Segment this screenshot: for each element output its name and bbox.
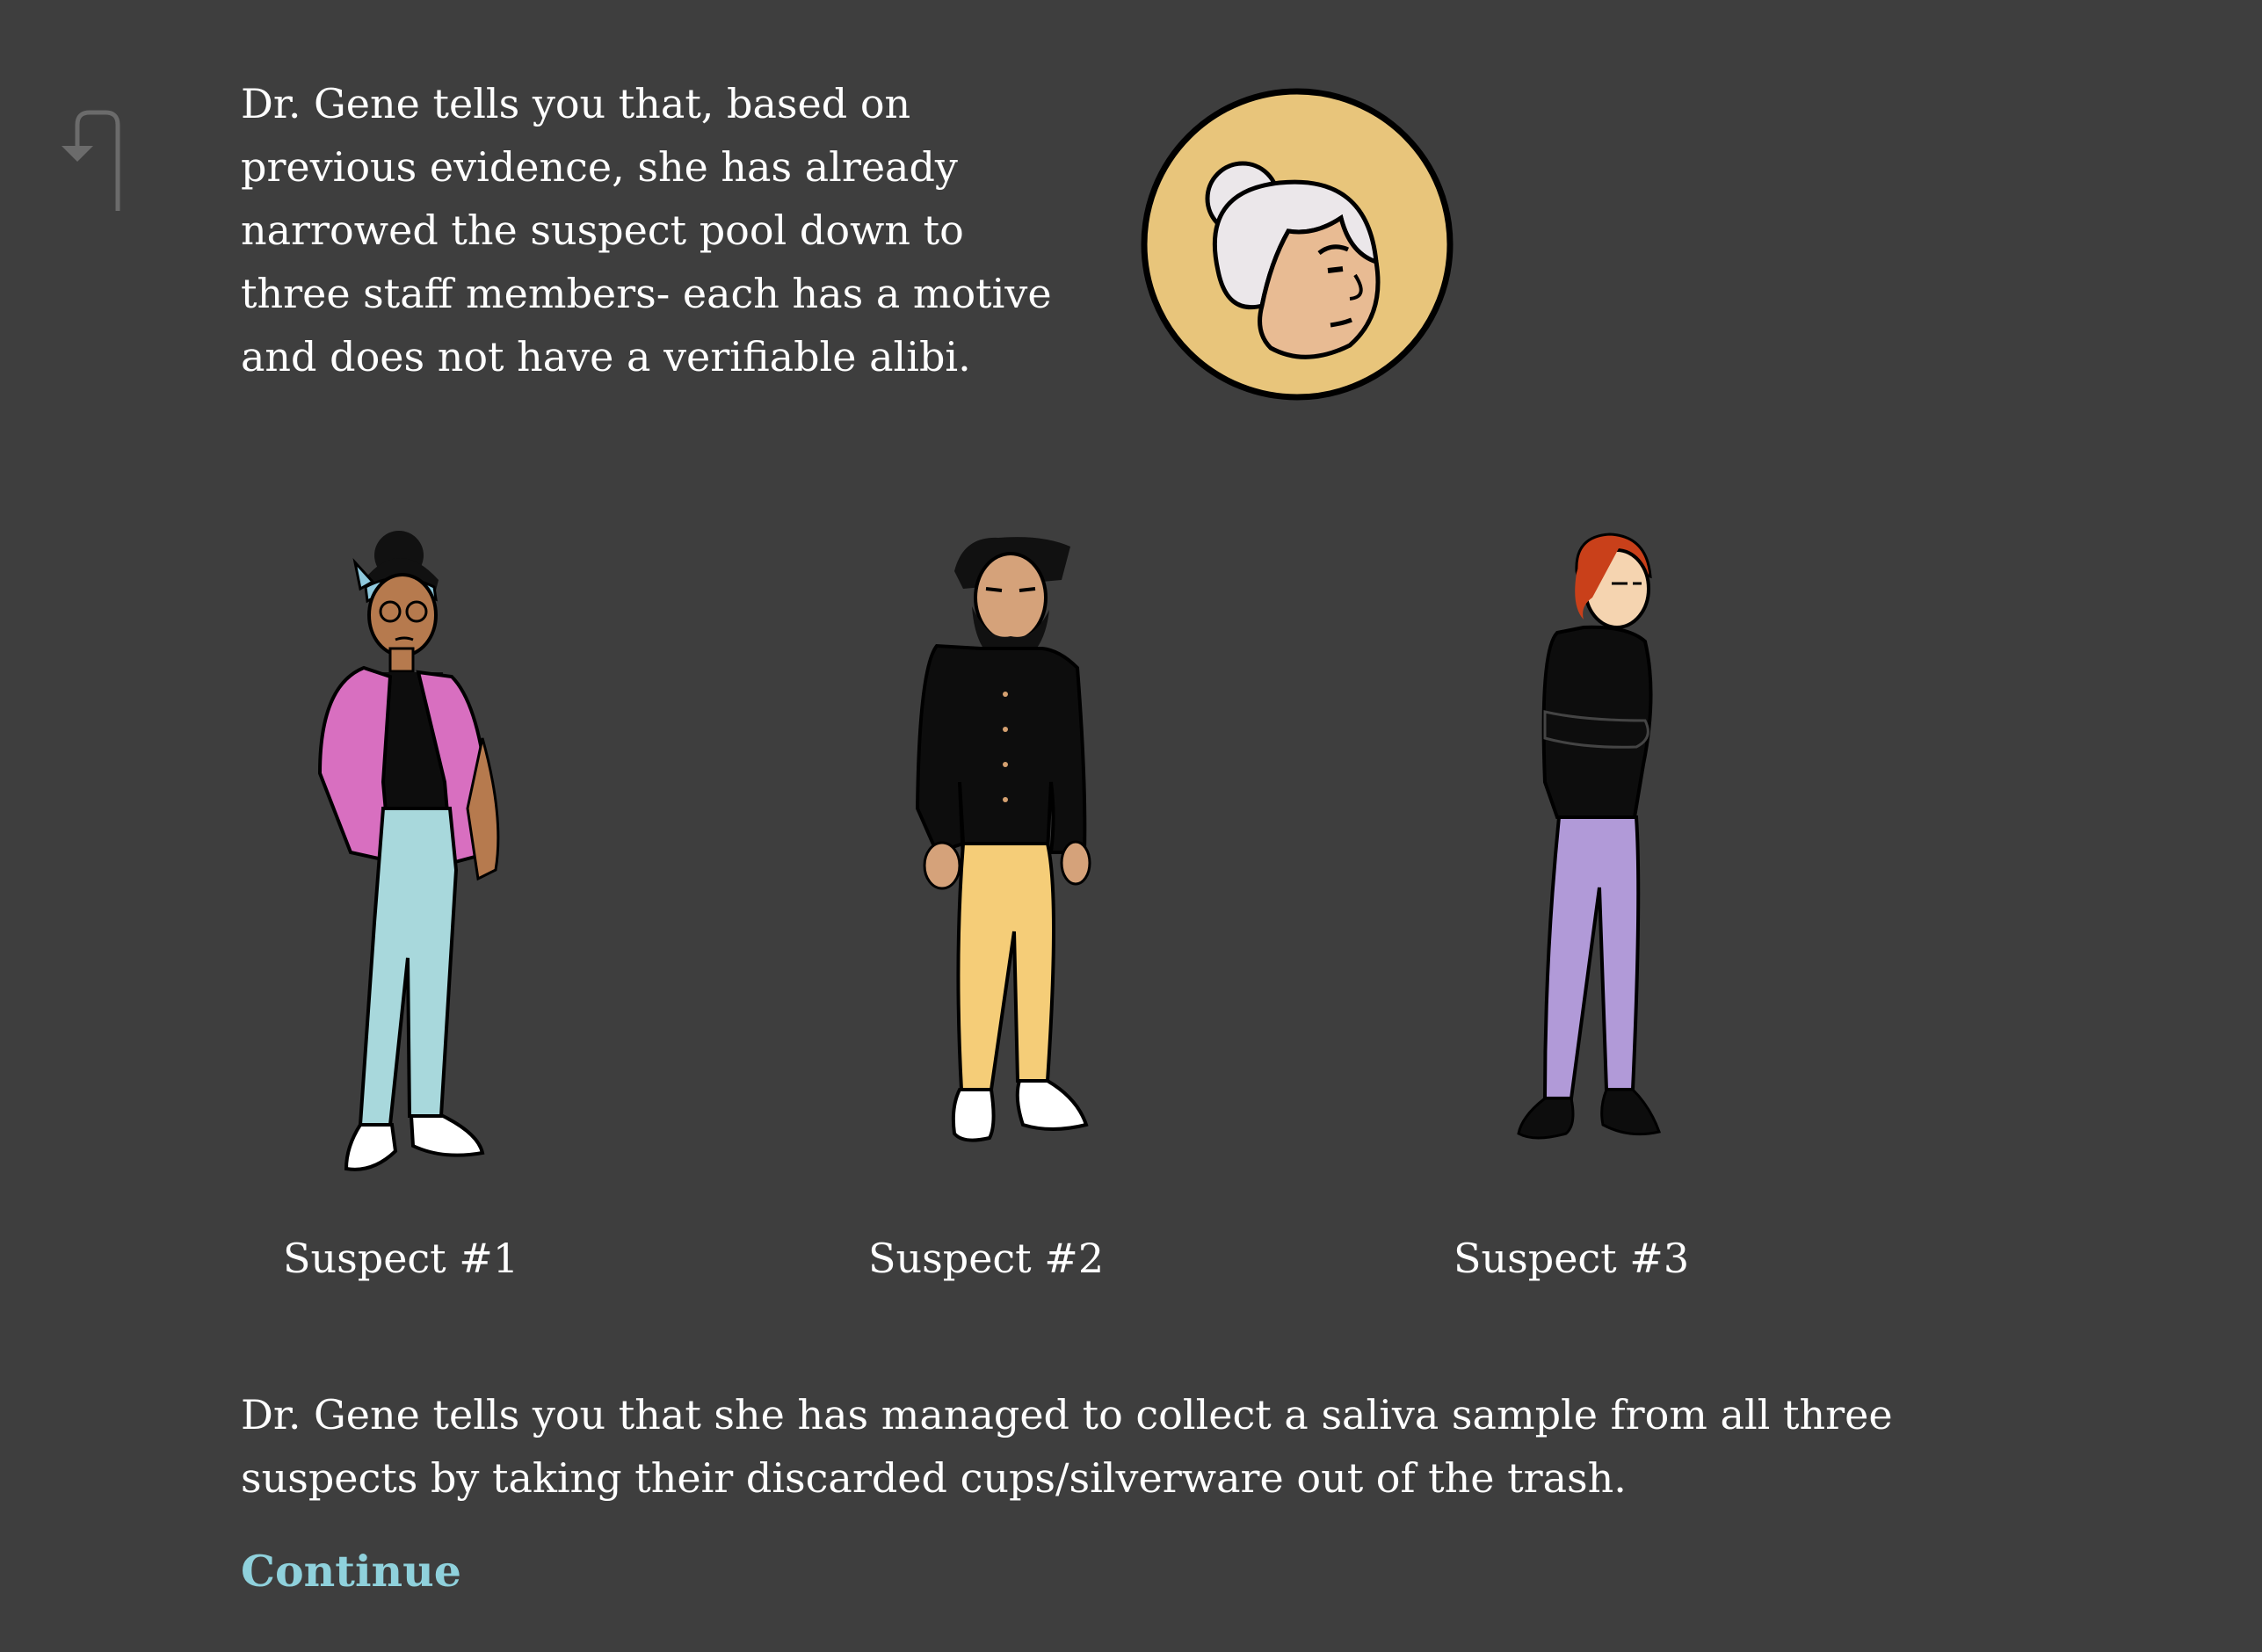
suspect-3-figure [1373,518,1777,1204]
suspect-1-label: Suspect #1 [283,1235,519,1282]
continue-link[interactable]: Continue [241,1540,461,1603]
back-button[interactable] [54,107,134,221]
suspect-1-figure [188,518,592,1204]
return-arrow-icon [62,110,120,211]
dr-gene-avatar [1139,86,1455,402]
suspect-3-label: Suspect #3 [1454,1235,1690,1282]
intro-paragraph: Dr. Gene tells you that, based on previo… [241,80,1052,380]
suspect-2-figure [787,518,1192,1204]
suspect-2-label: Suspect #2 [868,1235,1105,1282]
outro-paragraph: Dr. Gene tells you that she has managed … [241,1391,1893,1502]
